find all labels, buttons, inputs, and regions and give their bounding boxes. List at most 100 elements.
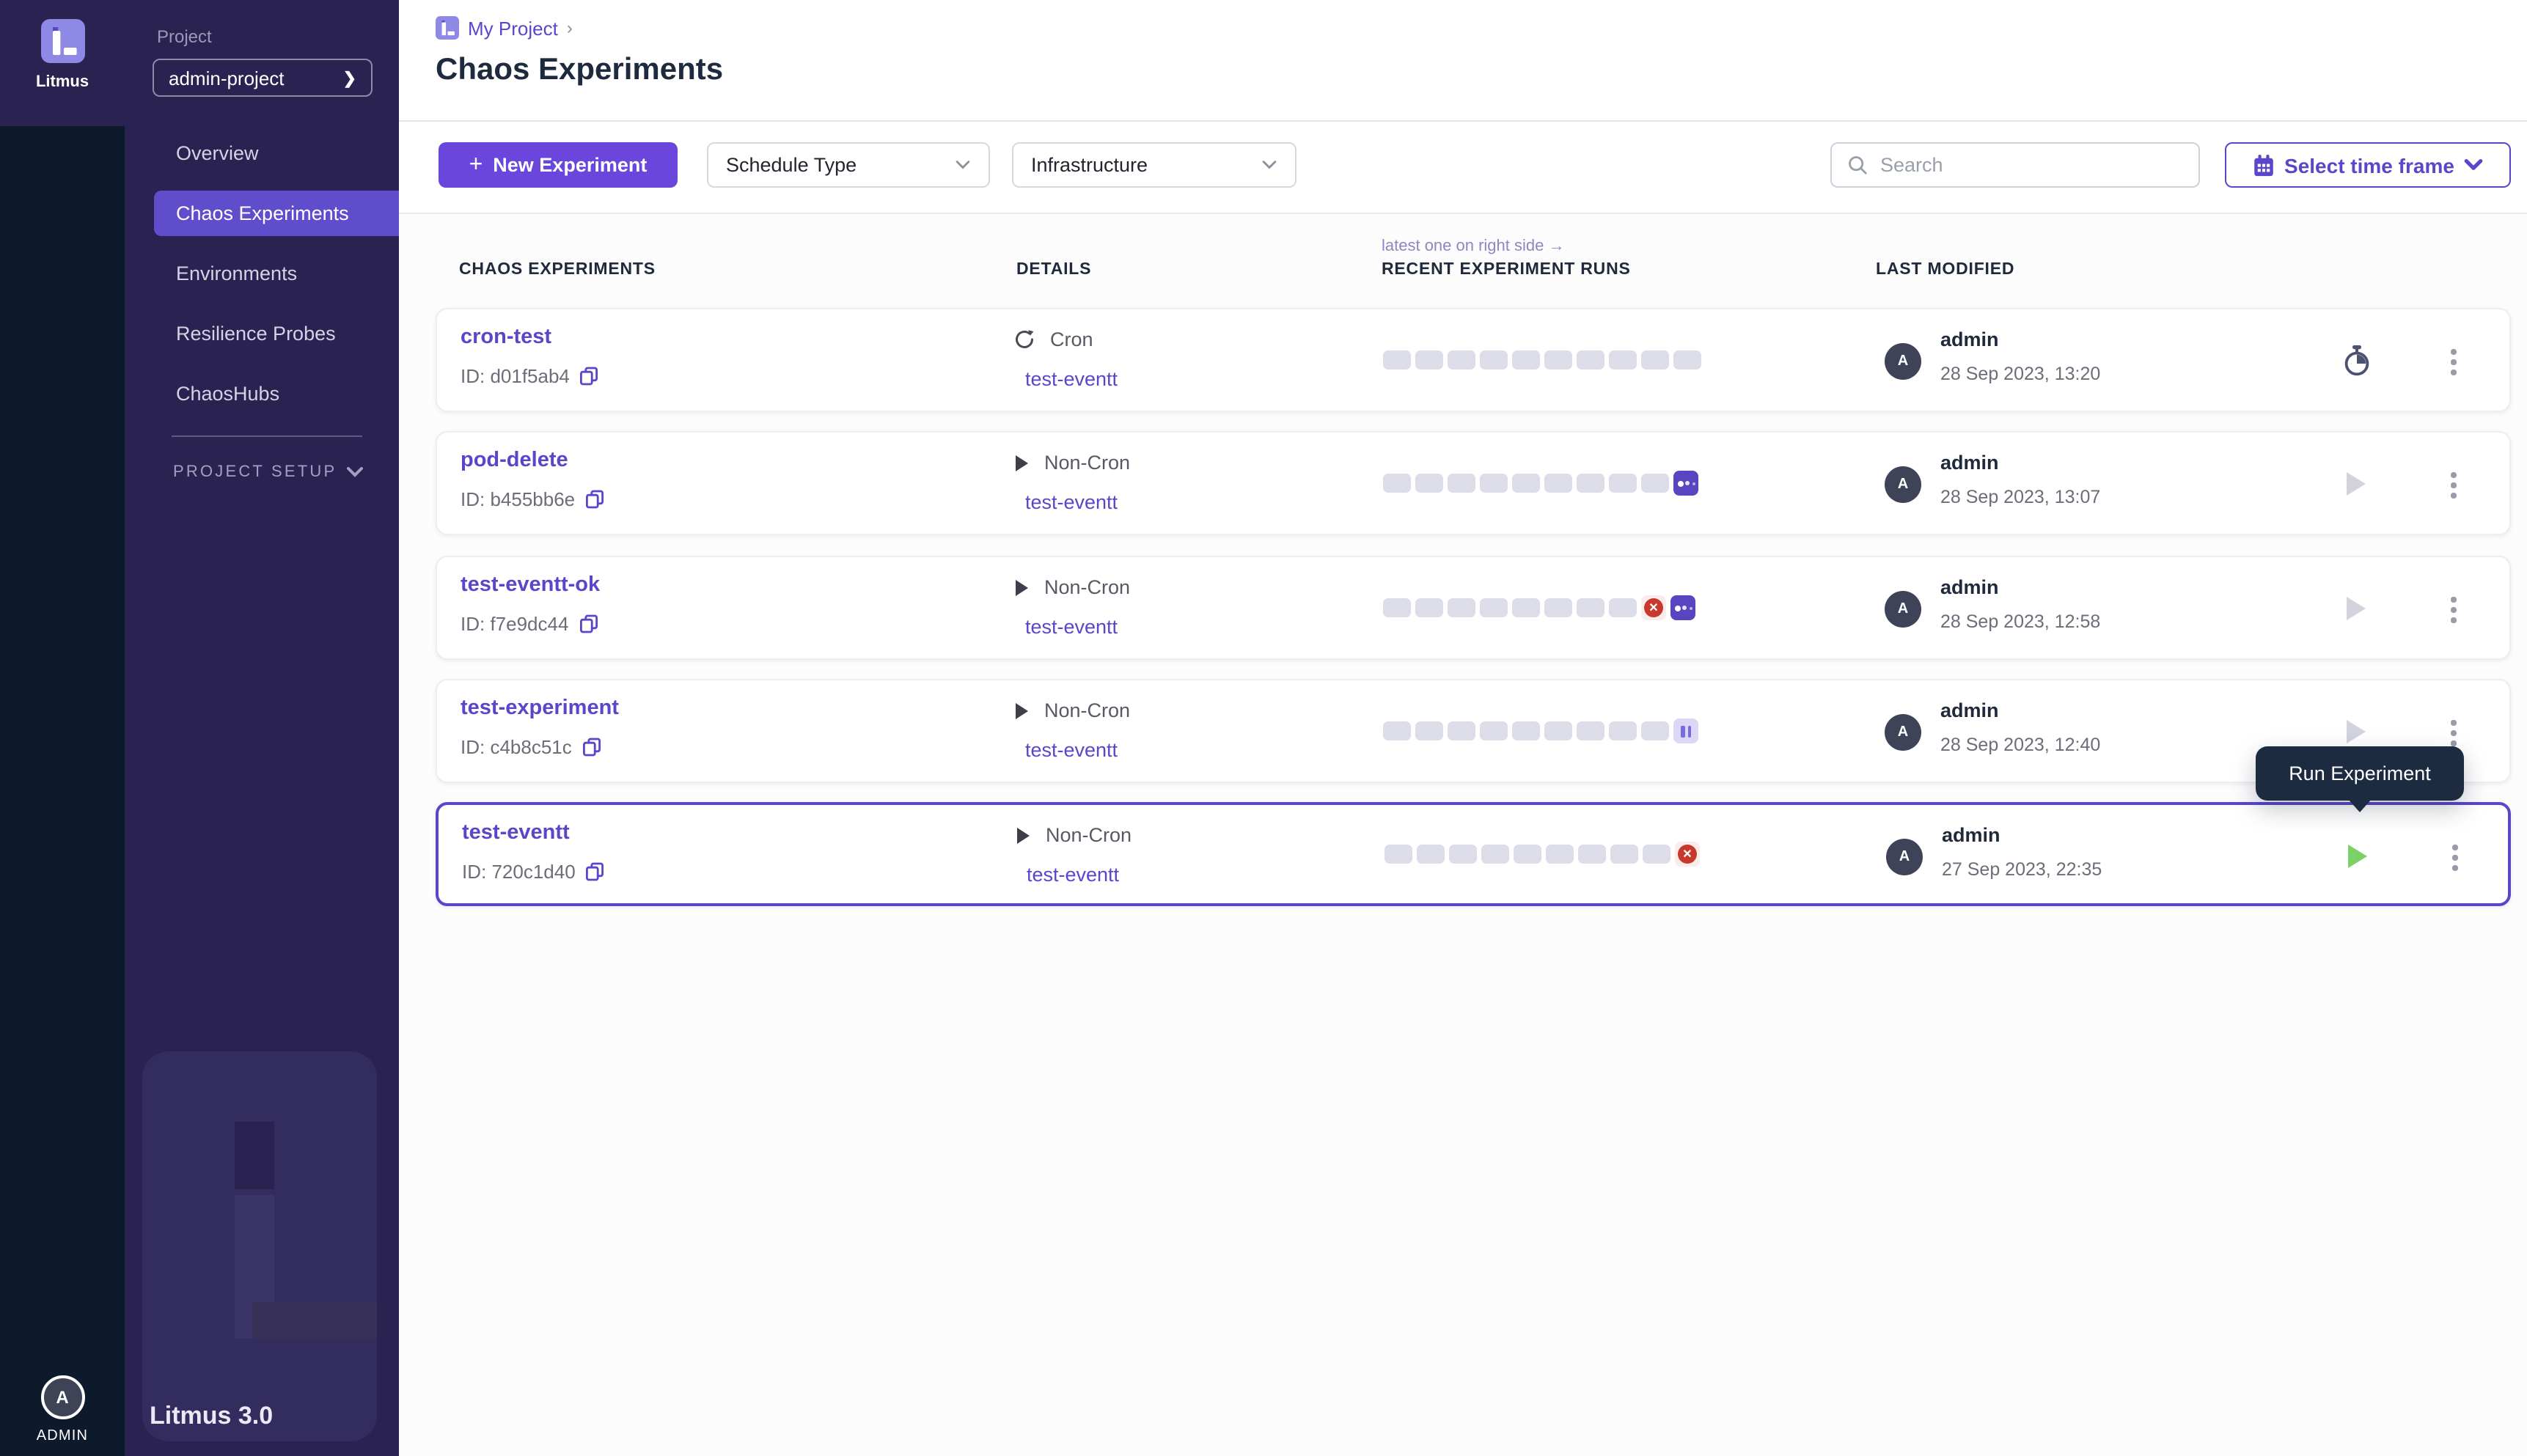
sidebar-item-chaos-experiments[interactable]: Chaos Experiments	[154, 191, 399, 236]
run-status-running[interactable]	[1673, 471, 1698, 496]
run-placeholder-pill	[1449, 845, 1477, 864]
project-setup-toggle[interactable]: PROJECT SETUP	[173, 463, 364, 481]
run-placeholder-pill	[1546, 845, 1574, 864]
search-input[interactable]	[1880, 154, 2184, 176]
infrastructure-link[interactable]: test-eventt	[1025, 616, 1118, 638]
row-menu-button[interactable]	[2448, 469, 2459, 501]
cron-timer-icon[interactable]	[2341, 345, 2373, 384]
avatar: A	[1885, 591, 1921, 628]
infrastructure-link[interactable]: test-eventt	[1025, 368, 1118, 390]
project-selector[interactable]: admin-project ❯	[153, 59, 373, 97]
run-placeholder-pill	[1415, 598, 1443, 618]
run-experiment-icon[interactable]	[2347, 472, 2366, 496]
run-placeholder-pill	[1448, 721, 1475, 741]
experiment-name-link[interactable]: test-experiment	[461, 696, 619, 720]
copy-icon[interactable]	[582, 738, 601, 757]
chevron-down-icon	[1261, 160, 1277, 170]
run-placeholder-pill	[1448, 598, 1475, 618]
run-placeholder-pill	[1480, 721, 1508, 741]
last-modified-date: 28 Sep 2023, 12:58	[1940, 611, 2100, 632]
run-placeholder-pill	[1643, 845, 1670, 864]
run-status-running[interactable]	[1670, 595, 1695, 620]
run-experiment-icon[interactable]	[2347, 720, 2366, 743]
non-cron-icon	[1013, 578, 1030, 596]
column-header-experiments: CHAOS EXPERIMENTS	[459, 261, 656, 279]
run-experiment-icon[interactable]	[2347, 597, 2366, 620]
run-placeholder-pill	[1641, 350, 1669, 370]
non-cron-icon	[1013, 702, 1030, 719]
experiment-id: ID: c4b8c51c	[461, 736, 601, 758]
search-icon	[1846, 154, 1868, 176]
last-modified-author: admin	[1940, 328, 1999, 350]
sidebar-item-chaoshubs[interactable]: ChaosHubs	[125, 364, 399, 424]
row-menu-button[interactable]	[2448, 594, 2459, 625]
run-placeholder-pill	[1577, 598, 1604, 618]
row-menu-button[interactable]	[2448, 717, 2459, 749]
new-experiment-button[interactable]: + New Experiment	[439, 142, 678, 188]
infrastructure-dropdown[interactable]: Infrastructure	[1012, 142, 1296, 188]
schedule-type-dropdown[interactable]: Schedule Type	[707, 142, 990, 188]
app-rail: Litmus A ADMIN	[0, 0, 125, 1456]
avatar: A	[1885, 466, 1921, 503]
copy-icon[interactable]	[585, 490, 604, 509]
run-placeholder-pill	[1641, 474, 1669, 493]
infrastructure-link[interactable]: test-eventt	[1027, 864, 1119, 886]
admin-avatar[interactable]: A	[40, 1375, 84, 1419]
app-version: Litmus 3.0	[150, 1402, 273, 1431]
avatar: A	[1886, 839, 1923, 875]
run-placeholder-pill	[1577, 474, 1604, 493]
experiment-row[interactable]: pod-delete ID: b455bb6e Non-Cron test-ev…	[436, 431, 2511, 535]
experiment-id: ID: f7e9dc44	[461, 613, 598, 635]
sidebar-item-environments[interactable]: Environments	[125, 243, 399, 304]
brand-name: Litmus	[36, 73, 89, 91]
run-status-failed[interactable]: ✕	[1641, 595, 1666, 620]
schedule-type-label: Schedule Type	[726, 154, 955, 176]
run-status-failed[interactable]: ✕	[1675, 842, 1700, 867]
select-time-frame-button[interactable]: Select time frame	[2225, 142, 2511, 188]
breadcrumb-separator: ›	[567, 18, 573, 38]
run-experiment-icon[interactable]	[2348, 845, 2367, 868]
runs-order-note: latest one on right side →	[1382, 238, 1565, 255]
breadcrumb: My Project ›	[436, 16, 573, 40]
recent-runs: ✕	[1383, 557, 1695, 658]
last-modified-date: 28 Sep 2023, 13:07	[1940, 487, 2100, 507]
experiment-row[interactable]: test-experiment ID: c4b8c51c Non-Cron te…	[436, 679, 2511, 783]
row-menu-button[interactable]	[2449, 842, 2460, 873]
experiment-row[interactable]: test-eventt-ok ID: f7e9dc44 Non-Cron tes…	[436, 556, 2511, 660]
run-placeholder-pill	[1641, 721, 1669, 741]
run-placeholder-pill	[1673, 350, 1701, 370]
brand-block: Litmus	[0, 0, 125, 126]
non-cron-icon	[1013, 454, 1030, 471]
infrastructure-link[interactable]: test-eventt	[1025, 491, 1118, 513]
copy-icon[interactable]	[579, 614, 598, 633]
sidebar-item-overview[interactable]: Overview	[125, 123, 399, 183]
experiment-name-link[interactable]: test-eventt	[462, 821, 570, 845]
breadcrumb-my-project[interactable]: My Project	[468, 17, 558, 39]
copy-icon[interactable]	[586, 862, 605, 881]
recent-runs	[1383, 433, 1698, 534]
run-placeholder-pill	[1480, 598, 1508, 618]
run-placeholder-pill	[1577, 350, 1604, 370]
sidebar-item-resilience-probes[interactable]: Resilience Probes	[125, 304, 399, 364]
experiment-name-link[interactable]: test-eventt-ok	[461, 573, 600, 597]
row-menu-button[interactable]	[2448, 346, 2459, 378]
run-placeholder-pill	[1480, 350, 1508, 370]
run-placeholder-pill	[1609, 474, 1637, 493]
experiment-id: ID: b455bb6e	[461, 488, 604, 510]
column-header-details: DETAILS	[1016, 261, 1091, 279]
experiment-row[interactable]: cron-test ID: d01f5ab4 Cron test-eventt …	[436, 308, 2511, 412]
run-status-paused[interactable]	[1673, 718, 1698, 743]
chevron-down-icon	[346, 466, 364, 478]
experiment-name-link[interactable]: cron-test	[461, 326, 551, 349]
copy-icon[interactable]	[580, 367, 599, 386]
column-header-recent-runs: RECENT EXPERIMENT RUNS	[1382, 261, 1631, 279]
chevron-down-icon	[955, 160, 971, 170]
run-placeholder-pill	[1578, 845, 1606, 864]
experiment-row-selected[interactable]: test-eventt ID: 720c1d40 Non-Cron test-e…	[436, 802, 2511, 906]
infrastructure-link[interactable]: test-eventt	[1025, 739, 1118, 761]
run-experiment-tooltip: Run Experiment	[2256, 746, 2464, 801]
run-placeholder-pill	[1383, 721, 1411, 741]
project-logo-icon	[436, 16, 459, 40]
run-placeholder-pill	[1544, 598, 1572, 618]
experiment-name-link[interactable]: pod-delete	[461, 449, 568, 472]
